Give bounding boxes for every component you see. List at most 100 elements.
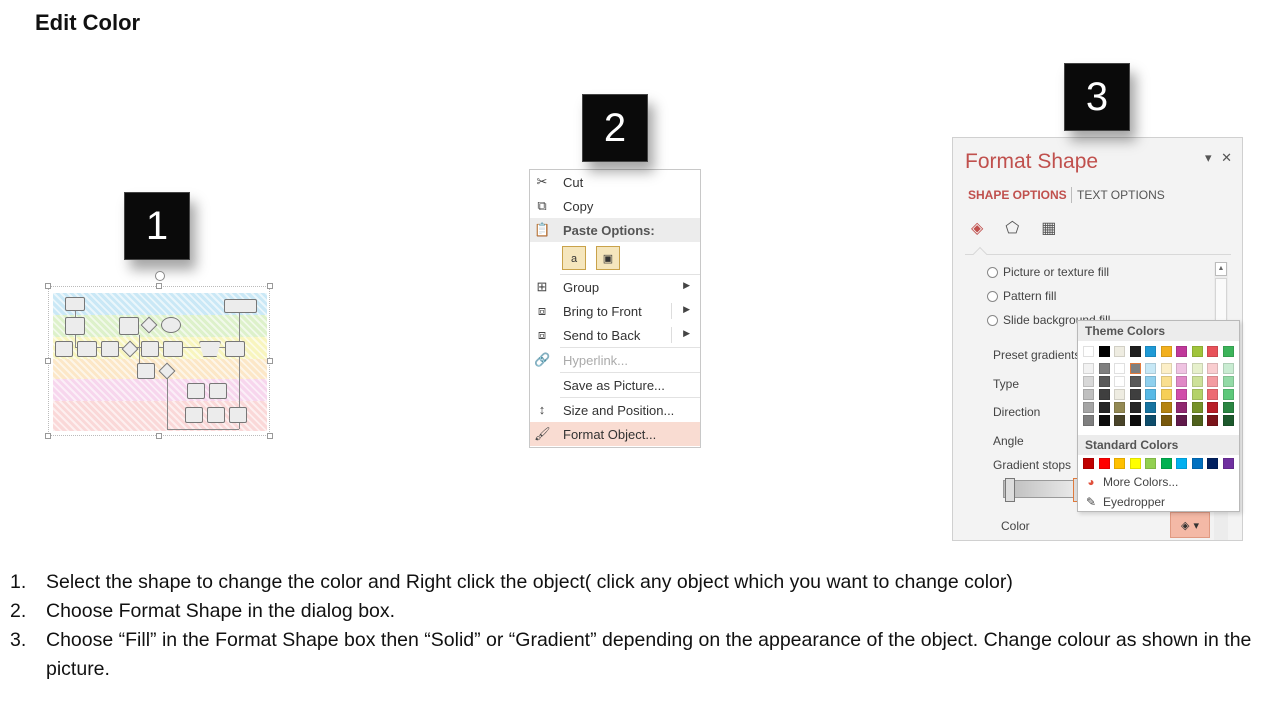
resize-handle[interactable]: [156, 433, 162, 439]
color-swatch[interactable]: [1176, 376, 1187, 387]
resize-handle[interactable]: [45, 358, 51, 364]
resize-handle[interactable]: [267, 433, 273, 439]
color-swatch[interactable]: [1176, 415, 1187, 426]
menu-item-hyperlink[interactable]: 🔗 Hyperlink...: [530, 348, 700, 372]
color-swatch[interactable]: [1222, 376, 1234, 387]
color-swatch[interactable]: [1098, 415, 1110, 426]
radio-picture-fill[interactable]: Picture or texture fill: [987, 265, 1109, 279]
color-swatch[interactable]: [1176, 363, 1187, 374]
color-swatch[interactable]: [1191, 376, 1203, 387]
menu-item-size-and-position[interactable]: ↕ Size and Position...: [530, 398, 700, 422]
color-swatch[interactable]: [1083, 363, 1094, 374]
color-swatch[interactable]: [1207, 415, 1218, 426]
radio-button[interactable]: [987, 314, 998, 326]
color-swatch[interactable]: [1129, 415, 1141, 426]
color-swatch[interactable]: [1114, 363, 1125, 374]
pane-options-dropdown-icon[interactable]: ▾: [1205, 150, 1212, 165]
radio-button[interactable]: [987, 266, 998, 278]
color-swatch[interactable]: [1083, 402, 1094, 413]
color-swatch[interactable]: [1160, 389, 1172, 400]
color-swatch[interactable]: [1160, 363, 1172, 374]
paste-keep-text-icon[interactable]: a: [562, 246, 586, 270]
resize-handle[interactable]: [45, 433, 51, 439]
color-swatch[interactable]: [1176, 458, 1187, 469]
color-swatch[interactable]: [1222, 389, 1234, 400]
color-swatch[interactable]: [1160, 402, 1172, 413]
resize-handle[interactable]: [45, 283, 51, 289]
color-swatch[interactable]: [1222, 402, 1234, 413]
color-swatch[interactable]: [1098, 363, 1110, 374]
menu-item-bring-to-front[interactable]: ⧈ Bring to Front ▶: [530, 299, 700, 323]
fill-color-button[interactable]: ◈ ▾: [1170, 512, 1210, 538]
color-swatch[interactable]: [1222, 363, 1234, 374]
color-swatch[interactable]: [1129, 458, 1141, 469]
tab-text-options[interactable]: TEXT OPTIONS: [1077, 188, 1165, 202]
color-swatch[interactable]: [1083, 376, 1094, 387]
color-swatch[interactable]: [1207, 402, 1218, 413]
color-swatch[interactable]: [1145, 346, 1156, 357]
menu-item-save-as-picture[interactable]: Save as Picture...: [530, 373, 700, 397]
size-properties-icon[interactable]: ▦: [1041, 218, 1056, 238]
menu-item-send-to-back[interactable]: ⧈ Send to Back ▶: [530, 323, 700, 347]
color-swatch[interactable]: [1191, 363, 1203, 374]
color-swatch[interactable]: [1191, 458, 1203, 469]
color-swatch[interactable]: [1114, 402, 1125, 413]
effects-pentagon-icon[interactable]: ⬠: [1005, 218, 1019, 238]
color-swatch[interactable]: [1114, 458, 1125, 469]
eyedropper-link[interactable]: ✎ Eyedropper: [1084, 495, 1165, 509]
color-swatch[interactable]: [1207, 458, 1218, 469]
radio-button[interactable]: [987, 290, 998, 302]
radio-pattern-fill[interactable]: Pattern fill: [987, 289, 1056, 303]
flowchart-shape-selected[interactable]: [45, 271, 273, 439]
color-swatch[interactable]: [1129, 346, 1141, 357]
color-swatch[interactable]: [1145, 363, 1156, 374]
color-swatch[interactable]: [1191, 346, 1203, 357]
color-swatch[interactable]: [1129, 376, 1141, 387]
color-swatch[interactable]: [1207, 363, 1218, 374]
color-swatch[interactable]: [1114, 389, 1125, 400]
color-swatch[interactable]: [1114, 376, 1125, 387]
gradient-stop-handle[interactable]: [1005, 478, 1015, 502]
resize-handle[interactable]: [267, 283, 273, 289]
color-swatch[interactable]: [1160, 376, 1172, 387]
fill-line-icon[interactable]: ◈: [971, 218, 983, 238]
color-swatch[interactable]: [1098, 389, 1110, 400]
color-swatch[interactable]: [1191, 415, 1203, 426]
color-swatch[interactable]: [1160, 415, 1172, 426]
color-swatch[interactable]: [1222, 458, 1234, 469]
color-swatch[interactable]: [1129, 363, 1141, 374]
color-swatch[interactable]: [1222, 346, 1234, 357]
color-swatch[interactable]: [1222, 415, 1234, 426]
menu-item-copy[interactable]: ⧉ Copy: [530, 194, 700, 218]
color-swatch[interactable]: [1114, 415, 1125, 426]
color-swatch[interactable]: [1083, 415, 1094, 426]
color-swatch[interactable]: [1207, 389, 1218, 400]
paste-picture-icon[interactable]: ▣: [596, 246, 620, 270]
color-swatch[interactable]: [1098, 458, 1110, 469]
color-swatch[interactable]: [1160, 458, 1172, 469]
color-swatch[interactable]: [1098, 346, 1110, 357]
color-swatch[interactable]: [1160, 346, 1172, 357]
resize-handle[interactable]: [267, 358, 273, 364]
scroll-up-icon[interactable]: ▲: [1215, 262, 1227, 276]
color-swatch[interactable]: [1145, 402, 1156, 413]
color-swatch[interactable]: [1145, 415, 1156, 426]
gradient-stops-bar[interactable]: [1003, 480, 1083, 498]
color-swatch[interactable]: [1145, 389, 1156, 400]
color-swatch[interactable]: [1191, 389, 1203, 400]
color-swatch[interactable]: [1191, 402, 1203, 413]
more-colors-link[interactable]: ◕ More Colors...: [1084, 475, 1178, 489]
color-swatch[interactable]: [1083, 458, 1094, 469]
menu-item-format-object[interactable]: 🖌 Format Object...: [530, 422, 700, 446]
color-swatch[interactable]: [1114, 346, 1125, 357]
color-swatch[interactable]: [1207, 346, 1218, 357]
color-swatch[interactable]: [1129, 402, 1141, 413]
close-icon[interactable]: ✕: [1221, 150, 1232, 165]
color-swatch[interactable]: [1083, 346, 1094, 357]
menu-item-cut[interactable]: ✂ Cut: [530, 170, 700, 194]
color-swatch[interactable]: [1176, 389, 1187, 400]
tab-shape-options[interactable]: SHAPE OPTIONS: [968, 188, 1067, 202]
color-swatch[interactable]: [1083, 389, 1094, 400]
color-swatch[interactable]: [1098, 402, 1110, 413]
color-swatch[interactable]: [1176, 346, 1187, 357]
